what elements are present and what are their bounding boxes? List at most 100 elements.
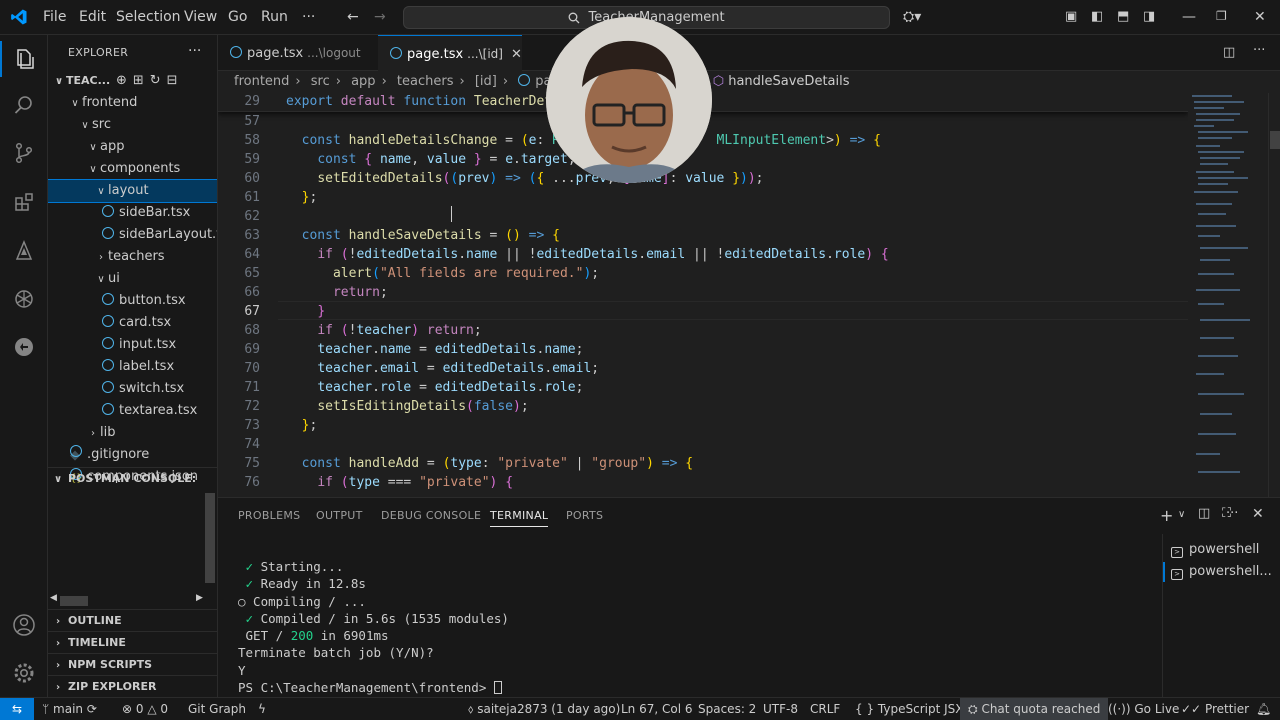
- branch-indicator[interactable]: ᛘ main ⟳: [42, 702, 97, 716]
- breadcrumb-item[interactable]: frontend: [234, 74, 289, 89]
- tree-folder[interactable]: › lib: [48, 422, 217, 444]
- explorer-icon[interactable]: [12, 47, 36, 71]
- code-editor[interactable]: 29 export default function TeacherDet 57…: [218, 93, 1188, 497]
- forward-arrow-icon[interactable]: →: [374, 9, 386, 25]
- line-number: 29: [244, 94, 260, 109]
- tree-folder[interactable]: ∨ ui: [48, 268, 217, 290]
- openai-icon[interactable]: [12, 287, 36, 311]
- breadcrumb-item[interactable]: app: [351, 74, 375, 89]
- menu-more[interactable]: ···: [302, 9, 315, 25]
- breadcrumb-symbol[interactable]: handleSaveDetails: [728, 74, 849, 89]
- explorer-actions-icons[interactable]: ⊕⊞↻⊟: [116, 70, 184, 92]
- cursor-position[interactable]: Ln 67, Col 6: [621, 702, 693, 716]
- terminal-item[interactable]: > powershell: [1171, 542, 1259, 558]
- tree-file[interactable]: ◆ .gitignore: [48, 444, 217, 466]
- problems-indicator[interactable]: ⊗ 0 △ 0: [122, 702, 168, 716]
- tree-folder[interactable]: ∨ frontend: [48, 92, 217, 114]
- close-panel-icon[interactable]: ✕: [1252, 506, 1264, 522]
- maximize-panel-icon[interactable]: ⛶: [1222, 506, 1231, 521]
- section-timeline[interactable]: › TIMELINE: [48, 631, 217, 653]
- terminal-output[interactable]: ✓ Starting... ✓ Ready in 12.8s ○ Compilin…: [238, 558, 1138, 696]
- toggle-secondary-sidebar-icon[interactable]: ◨: [1143, 9, 1155, 24]
- panel-tab-ports[interactable]: PORTS: [566, 509, 603, 522]
- scroll-right-icon[interactable]: ▶: [196, 593, 203, 603]
- menu-run[interactable]: Run: [261, 9, 288, 25]
- tree-folder[interactable]: ∨ layout: [48, 179, 217, 203]
- tree-file[interactable]: label.tsx: [48, 356, 217, 378]
- account-icon[interactable]: [12, 613, 36, 637]
- encoding[interactable]: UTF-8: [763, 702, 798, 716]
- git-blame[interactable]: ⬨ saiteja2873 (1 day ago): [468, 702, 620, 717]
- tree-folder[interactable]: ∨ app: [48, 136, 217, 158]
- search-icon[interactable]: [12, 93, 36, 117]
- editor-more-icon[interactable]: ···: [1253, 43, 1265, 58]
- project-root[interactable]: ∨ TEAC... ⊕⊞↻⊟: [48, 70, 217, 92]
- tree-folder[interactable]: › teachers: [48, 246, 217, 268]
- menu-go[interactable]: Go: [228, 9, 247, 25]
- tab-page-logout[interactable]: page.tsx ...\logout: [218, 35, 378, 71]
- menu-file[interactable]: File: [43, 9, 66, 25]
- chevron-down-icon[interactable]: ∨: [1178, 509, 1185, 520]
- section-postman-console[interactable]: ∨ POSTMAN CONSOLE:: [48, 467, 217, 489]
- breadcrumb-item[interactable]: teachers: [397, 74, 454, 89]
- menu-edit[interactable]: Edit: [79, 9, 106, 25]
- toggle-panel-icon[interactable]: ⬒: [1117, 9, 1129, 24]
- breadcrumb-item[interactable]: [id]: [475, 74, 497, 89]
- sidebar-scrollbar[interactable]: [205, 493, 215, 583]
- panel-tab-problems[interactable]: PROBLEMS: [238, 509, 300, 522]
- tree-file[interactable]: textarea.tsx: [48, 400, 217, 422]
- menu-selection[interactable]: Selection: [116, 9, 181, 25]
- source-control-icon[interactable]: [12, 141, 36, 165]
- tree-folder[interactable]: ∨ components: [48, 158, 217, 180]
- remote-indicator-icon[interactable]: ⇆: [0, 698, 34, 720]
- git-graph-button[interactable]: Git Graph: [188, 702, 246, 716]
- breadcrumb-item[interactable]: src: [311, 74, 330, 89]
- minimap[interactable]: [1188, 93, 1268, 497]
- close-window-icon[interactable]: ✕: [1254, 9, 1266, 25]
- tree-file[interactable]: switch.tsx: [48, 378, 217, 400]
- panel-tab-output[interactable]: OUTPUT: [316, 509, 363, 522]
- close-tab-icon[interactable]: ✕: [511, 47, 522, 62]
- extensions-icon[interactable]: [12, 190, 36, 214]
- split-terminal-icon[interactable]: ◫: [1198, 506, 1210, 521]
- menu-view[interactable]: View: [184, 9, 217, 25]
- remote-explorer-icon[interactable]: [12, 335, 36, 359]
- section-outline[interactable]: › OUTLINE: [48, 609, 217, 631]
- notifications-bell-icon[interactable]: 🔔︎: [1256, 702, 1271, 716]
- go-live-button[interactable]: ((·)) Go Live: [1108, 702, 1179, 716]
- settings-gear-icon[interactable]: [12, 661, 36, 685]
- tree-file[interactable]: button.tsx: [48, 290, 217, 312]
- more-actions-icon[interactable]: ···: [188, 43, 201, 59]
- line-ending[interactable]: CRLF: [810, 702, 840, 716]
- section-npm-scripts[interactable]: › NPM SCRIPTS: [48, 653, 217, 675]
- tree-item-label: input.tsx: [119, 337, 177, 352]
- split-editor-icon[interactable]: ◫: [1223, 45, 1235, 60]
- minimize-icon[interactable]: —: [1182, 9, 1196, 25]
- customize-layout-icon[interactable]: ▣: [1065, 9, 1077, 24]
- tree-file[interactable]: input.tsx: [48, 334, 217, 356]
- docker-icon[interactable]: [12, 239, 36, 263]
- prettier-status[interactable]: ✓✓ Prettier: [1181, 702, 1249, 716]
- scroll-left-icon[interactable]: ◀: [50, 593, 57, 603]
- new-terminal-icon[interactable]: +: [1160, 506, 1173, 525]
- chat-quota-status[interactable]: ⛭ Chat quota reached: [960, 698, 1109, 720]
- toggle-sidebar-icon[interactable]: ◧: [1091, 9, 1103, 24]
- tree-file[interactable]: sideBarLayout.tsx: [48, 224, 217, 246]
- copilot-icon[interactable]: ⛭▾: [903, 9, 921, 25]
- lightning-icon[interactable]: ϟ: [258, 702, 266, 716]
- panel-tab-terminal[interactable]: TERMINAL: [490, 509, 549, 527]
- language-mode[interactable]: { } TypeScript JSX: [855, 702, 963, 716]
- tree-folder[interactable]: ∨ src: [48, 114, 217, 136]
- restore-icon[interactable]: ❐: [1216, 9, 1227, 23]
- tree-file[interactable]: card.tsx: [48, 312, 217, 334]
- tree-file[interactable]: sideBar.tsx: [48, 202, 217, 224]
- scrollbar-thumb[interactable]: [1270, 131, 1280, 149]
- back-arrow-icon[interactable]: ←: [347, 9, 359, 25]
- terminal-item[interactable]: > powershell...: [1171, 564, 1272, 580]
- indentation[interactable]: Spaces: 2: [698, 702, 756, 716]
- horizontal-scrollbar[interactable]: [60, 596, 88, 606]
- editor-scrollbar[interactable]: [1268, 93, 1280, 497]
- section-zip-explorer[interactable]: › ZIP EXPLORER: [48, 675, 217, 697]
- panel-tab-debug-console[interactable]: DEBUG CONSOLE: [381, 509, 481, 522]
- tab-page-id[interactable]: page.tsx ...\[id] ✕: [378, 35, 522, 71]
